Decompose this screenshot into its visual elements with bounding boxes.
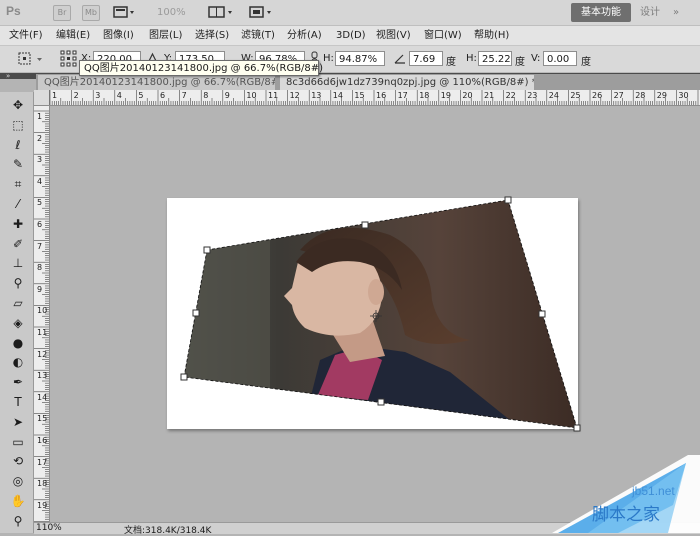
transform-handle[interactable]: [361, 221, 369, 229]
tab-tooltip: QQ图片20140123141800.jpg @ 66.7%(RGB/8#): [79, 60, 323, 76]
watermark-site: jb51.net: [632, 484, 675, 498]
transform-handle[interactable]: [504, 196, 512, 204]
transform-handle[interactable]: [538, 310, 546, 318]
transform-handle[interactable]: [573, 424, 581, 432]
watermark-name: 脚本之家: [592, 505, 660, 525]
transform-handle[interactable]: [192, 309, 200, 317]
transform-handle[interactable]: [203, 246, 211, 254]
document-size-info[interactable]: 文档:318.4K/318.4K: [124, 523, 211, 536]
transform-handle[interactable]: [377, 398, 385, 406]
status-zoom-field[interactable]: 110%: [36, 523, 62, 533]
transform-handle[interactable]: [180, 373, 188, 381]
photo-layer: [180, 196, 581, 432]
